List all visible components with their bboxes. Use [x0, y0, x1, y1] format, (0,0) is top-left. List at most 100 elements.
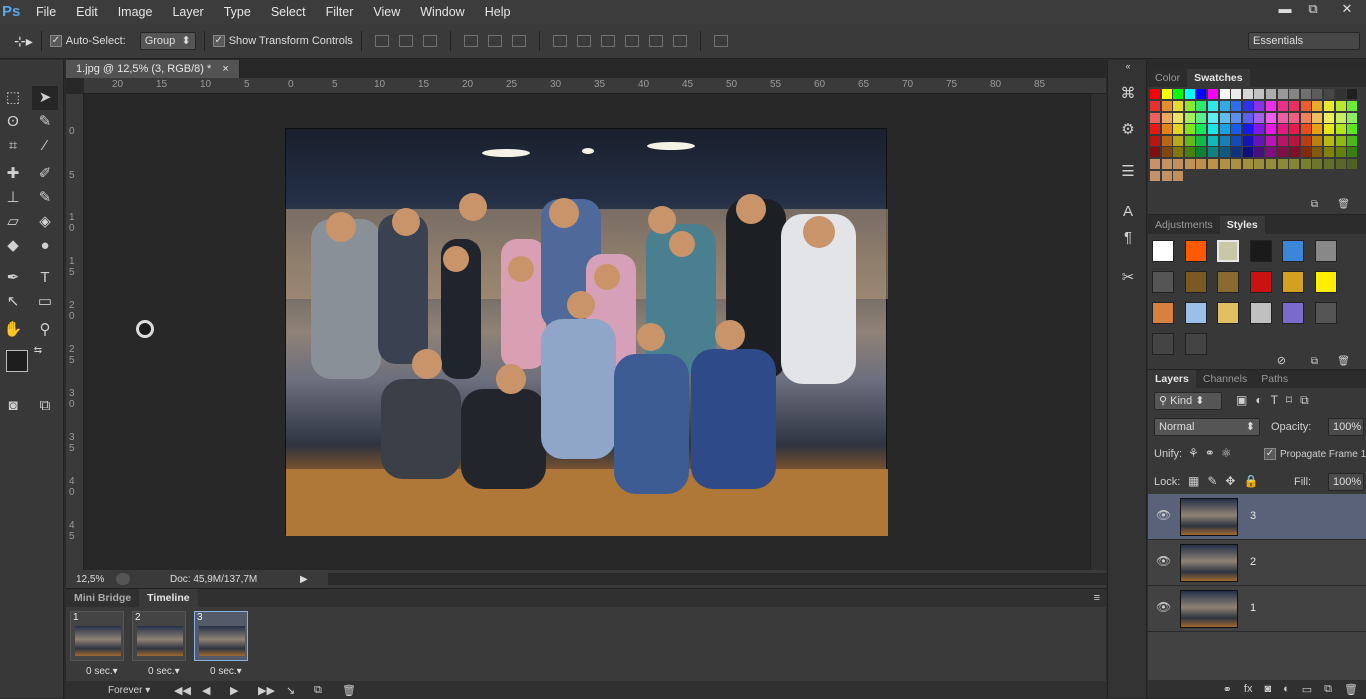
distribute-hcenter-icon[interactable]: [648, 35, 663, 47]
swatch[interactable]: [1219, 101, 1230, 111]
swatch[interactable]: [1196, 89, 1207, 99]
swatch[interactable]: [1312, 159, 1323, 169]
swatch[interactable]: [1161, 159, 1172, 169]
adjustment-layer-icon[interactable]: ◐: [1283, 683, 1290, 695]
layer-row[interactable]: 👁 1: [1148, 586, 1366, 632]
fx-icon[interactable]: fx: [1244, 683, 1253, 695]
swatch[interactable]: [1254, 112, 1265, 123]
swatch[interactable]: [1161, 89, 1172, 99]
swatch[interactable]: [1219, 112, 1230, 123]
swatch[interactable]: [1161, 124, 1172, 135]
style-preset[interactable]: [1314, 240, 1337, 262]
swatch[interactable]: [1150, 89, 1160, 99]
swatch[interactable]: [1242, 101, 1253, 111]
swatch[interactable]: [1196, 170, 1207, 181]
style-grid[interactable]: [1148, 234, 1366, 355]
pen-tool-icon[interactable]: ✒: [0, 266, 26, 290]
swatch[interactable]: [1150, 101, 1160, 111]
swatch[interactable]: [1196, 135, 1207, 146]
swatch[interactable]: [1312, 135, 1323, 146]
swatch[interactable]: [1173, 101, 1184, 111]
filter-kind-select[interactable]: ⚲ Kind ⬍: [1154, 392, 1222, 410]
style-preset[interactable]: [1217, 240, 1239, 262]
add-mask-icon[interactable]: ◙: [1264, 683, 1271, 695]
style-preset[interactable]: [1152, 302, 1174, 324]
swatch[interactable]: [1312, 112, 1323, 123]
foreground-color-swatch[interactable]: [6, 350, 28, 372]
style-preset[interactable]: [1184, 333, 1207, 355]
swatch[interactable]: [1231, 124, 1242, 135]
swatch[interactable]: [1266, 89, 1276, 99]
move-tool-icon[interactable]: ➤: [32, 86, 58, 110]
first-frame-icon[interactable]: ◀◀: [174, 684, 202, 697]
swatch[interactable]: [1324, 135, 1334, 146]
swatch[interactable]: [1161, 147, 1172, 158]
swatch[interactable]: [1184, 112, 1195, 123]
swatch[interactable]: [1335, 124, 1346, 135]
swatch[interactable]: [1231, 101, 1242, 111]
rectangle-tool-icon[interactable]: ▭: [32, 290, 58, 314]
swatch[interactable]: [1300, 89, 1311, 99]
swatch[interactable]: [1231, 135, 1242, 146]
history-panel-icon[interactable]: ⌘: [1116, 82, 1140, 106]
swatch[interactable]: [1242, 159, 1253, 169]
menu-filter[interactable]: Filter: [316, 0, 364, 24]
swatch[interactable]: [1347, 135, 1358, 146]
distribute-bottom-icon[interactable]: [600, 35, 615, 47]
swatch[interactable]: [1219, 124, 1230, 135]
tab-layers[interactable]: Layers: [1148, 370, 1196, 388]
status-menu-arrow-icon[interactable]: ▶: [300, 574, 308, 585]
swatch[interactable]: [1231, 89, 1242, 99]
swatch[interactable]: [1173, 159, 1184, 169]
swatch[interactable]: [1266, 135, 1276, 146]
swatch[interactable]: [1300, 147, 1311, 158]
next-frame-icon[interactable]: ▶▶: [258, 684, 286, 697]
swatch[interactable]: [1312, 89, 1323, 99]
tab-timeline[interactable]: Timeline: [139, 589, 198, 607]
swatch[interactable]: [1242, 124, 1253, 135]
quick-select-tool-icon[interactable]: ✎: [32, 110, 58, 134]
swatch[interactable]: [1184, 101, 1195, 111]
tab-styles[interactable]: Styles: [1219, 216, 1265, 234]
style-preset[interactable]: [1152, 333, 1174, 355]
swatch[interactable]: [1266, 124, 1276, 135]
swatch[interactable]: [1231, 170, 1242, 181]
swatch[interactable]: [1335, 89, 1346, 99]
path-select-icon[interactable]: ↖: [0, 290, 26, 314]
blend-mode-select[interactable]: Normal ⬍: [1154, 418, 1260, 436]
style-preset[interactable]: [1217, 302, 1239, 324]
style-preset[interactable]: [1184, 240, 1207, 262]
swatch[interactable]: [1300, 159, 1311, 169]
menu-window[interactable]: Window: [410, 0, 474, 24]
crop-tool-icon[interactable]: ⌗: [0, 134, 26, 158]
new-group-icon[interactable]: ▭: [1302, 683, 1312, 696]
swatch[interactable]: [1173, 124, 1184, 135]
swatch[interactable]: [1208, 135, 1218, 146]
swatch[interactable]: [1289, 89, 1300, 99]
swatch[interactable]: [1335, 159, 1346, 169]
swatch[interactable]: [1208, 159, 1218, 169]
swatch[interactable]: [1242, 170, 1253, 181]
swatch[interactable]: [1266, 159, 1276, 169]
quick-mask-icon[interactable]: ◙: [0, 394, 26, 418]
swatch[interactable]: [1347, 170, 1358, 181]
propagate-checkbox[interactable]: ✓: [1264, 448, 1276, 460]
swatch[interactable]: [1242, 112, 1253, 123]
swatch[interactable]: [1289, 101, 1300, 111]
swatch[interactable]: [1347, 147, 1358, 158]
swatch[interactable]: [1289, 135, 1300, 146]
swatch[interactable]: [1347, 159, 1358, 169]
screen-mode-icon[interactable]: ⧉: [32, 394, 58, 418]
swatch[interactable]: [1347, 101, 1358, 111]
clear-style-icon[interactable]: ⊘: [1277, 354, 1286, 367]
swatch[interactable]: [1289, 147, 1300, 158]
style-preset[interactable]: [1249, 271, 1272, 293]
swatch[interactable]: [1184, 89, 1195, 99]
swatch[interactable]: [1173, 135, 1184, 146]
group-select[interactable]: Group ⬍: [139, 32, 196, 50]
animation-frame-selected[interactable]: 3: [194, 611, 248, 661]
swatch[interactable]: [1208, 89, 1218, 99]
status-info-icon[interactable]: [116, 573, 130, 585]
swatch[interactable]: [1312, 170, 1323, 181]
style-preset[interactable]: [1184, 271, 1207, 293]
